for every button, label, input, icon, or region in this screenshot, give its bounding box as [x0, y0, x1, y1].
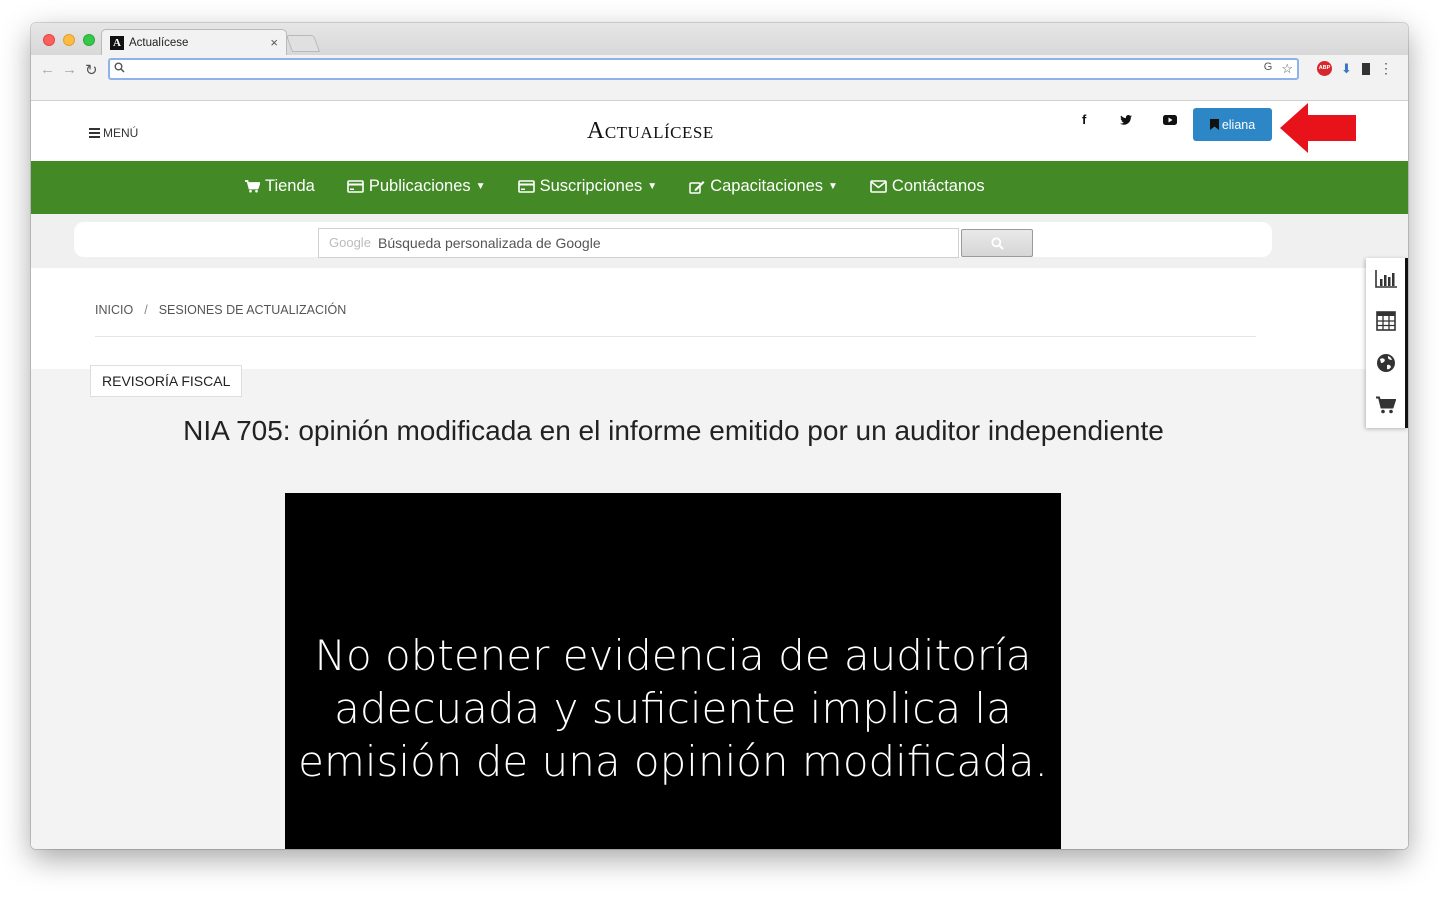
user-account-button[interactable]: eliana: [1193, 108, 1272, 141]
search-band: Google Búsqueda personalizada de Google: [31, 214, 1408, 268]
youtube-icon[interactable]: [1163, 113, 1177, 128]
card-icon: [517, 180, 535, 193]
menu-label: MENÚ: [103, 126, 139, 140]
nav-item-contactanos[interactable]: Contáctanos: [870, 177, 985, 196]
video-player[interactable]: No obtener evidencia de auditoría adecua…: [285, 493, 1061, 849]
bookmark-star-icon[interactable]: ☆: [1281, 61, 1293, 77]
tab-strip: A Actualícese ×: [31, 23, 1408, 55]
extension-icon[interactable]: ⬇: [1341, 62, 1353, 75]
nav-label-contactanos: Contáctanos: [891, 177, 985, 195]
envelope-icon: [870, 180, 887, 193]
site-header: MENÚ Actualícese f eliana: [31, 102, 1408, 161]
calculator-icon[interactable]: [1366, 302, 1405, 340]
google-search-input[interactable]: Google Búsqueda personalizada de Google: [318, 228, 959, 258]
search-placeholder: Búsqueda personalizada de Google: [378, 235, 601, 251]
window-controls: [43, 34, 95, 46]
nav-item-tienda[interactable]: Tienda: [245, 177, 315, 196]
video-caption-line: emisión de una opinión modificada.: [298, 737, 1048, 786]
card-icon: [347, 180, 364, 193]
search-button[interactable]: [961, 229, 1033, 257]
tab-title: Actualícese: [129, 36, 189, 49]
breadcrumb-area: INICIO / SESIONES DE ACTUALIZACIÓN: [31, 268, 1408, 369]
close-window-button[interactable]: [43, 34, 55, 46]
caret-down-icon: ▼: [828, 181, 838, 192]
browser-menu-icon[interactable]: ⋮: [1379, 60, 1393, 77]
twitter-icon[interactable]: [1120, 113, 1132, 128]
caret-down-icon: ▼: [647, 181, 658, 192]
main-navigation: Tienda Publicaciones ▼ Suscripciones ▼ C…: [31, 161, 1408, 214]
nav-label-suscripciones: Suscripciones: [539, 177, 643, 195]
browser-window: A Actualícese × ← → ↻ G ☆ ABP ⬇ ⋮ MENÚ A…: [31, 23, 1408, 849]
bar-chart-icon[interactable]: [1366, 260, 1405, 298]
nav-label-capacitaciones: Capacitaciones: [710, 177, 824, 195]
browser-toolbar: ← → ↻ G ☆ ABP ⬇ ⋮: [31, 55, 1408, 101]
search-icon: [990, 237, 1004, 250]
translate-icon[interactable]: G: [1264, 61, 1273, 77]
video-caption: No obtener evidencia de auditoría adecua…: [285, 629, 1061, 788]
site-logo[interactable]: Actualícese: [587, 118, 714, 145]
video-caption-line: adecuada y suficiente implica la: [334, 684, 1012, 733]
breadcrumb: INICIO / SESIONES DE ACTUALIZACIÓN: [95, 303, 346, 317]
new-tab-button[interactable]: [285, 35, 321, 52]
browser-tab[interactable]: A Actualícese ×: [101, 29, 287, 55]
back-icon[interactable]: ←: [40, 61, 55, 78]
reload-icon[interactable]: ↻: [85, 61, 98, 79]
breadcrumb-home[interactable]: INICIO: [95, 303, 133, 317]
nav-label-publicaciones: Publicaciones: [368, 177, 471, 195]
hamburger-icon: [89, 128, 100, 138]
cart-icon[interactable]: [1366, 386, 1405, 424]
tab-close-icon[interactable]: ×: [270, 35, 278, 50]
floating-side-panel: [1366, 258, 1408, 428]
extension-dark-icon[interactable]: [1362, 62, 1370, 75]
maximize-window-button[interactable]: [83, 34, 95, 46]
menu-button[interactable]: MENÚ: [89, 126, 138, 140]
breadcrumb-separator: /: [144, 303, 148, 317]
nav-label-tienda: Tienda: [265, 177, 315, 195]
divider: [95, 336, 1256, 337]
web-page: MENÚ Actualícese f eliana Tienda Publica…: [31, 102, 1408, 849]
nav-item-suscripciones[interactable]: Suscripciones ▼: [517, 177, 658, 196]
favicon-icon: A: [110, 35, 124, 50]
nav-item-capacitaciones[interactable]: Capacitaciones ▼: [689, 177, 838, 196]
google-brand-label: Google: [329, 235, 371, 250]
breadcrumb-current[interactable]: SESIONES DE ACTUALIZACIÓN: [159, 303, 347, 317]
forward-icon[interactable]: →: [62, 61, 77, 78]
cart-icon: [245, 180, 260, 193]
video-caption-line: No obtener evidencia de auditoría: [314, 631, 1032, 680]
page-title: NIA 705: opinión modificada en el inform…: [183, 415, 1164, 446]
bookmark-icon: [1209, 119, 1219, 130]
minimize-window-button[interactable]: [63, 34, 75, 46]
search-icon: [114, 62, 125, 76]
category-tag[interactable]: REVISORÍA FISCAL: [90, 365, 243, 397]
red-arrow-annotation: [1280, 103, 1356, 153]
globe-icon[interactable]: [1366, 344, 1405, 382]
edit-icon: [689, 180, 705, 194]
facebook-icon[interactable]: f: [1082, 112, 1086, 127]
nav-item-publicaciones[interactable]: Publicaciones ▼: [347, 177, 486, 196]
user-name: eliana: [1221, 117, 1256, 132]
address-bar[interactable]: G ☆: [108, 58, 1299, 80]
adblock-icon[interactable]: ABP: [1317, 61, 1332, 76]
caret-down-icon: ▼: [475, 181, 486, 192]
